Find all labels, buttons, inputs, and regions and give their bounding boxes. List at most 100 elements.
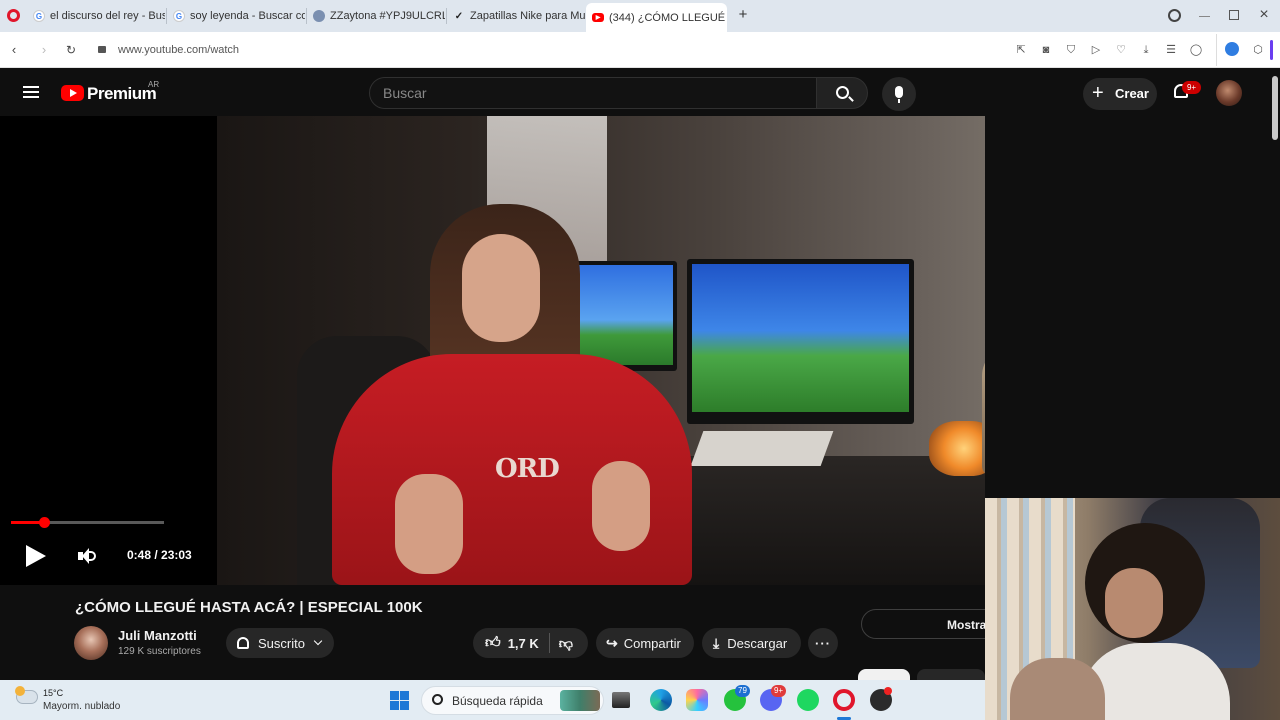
obs-recording-dot (884, 687, 892, 695)
extensions-cube-icon[interactable]: ⬡ (1251, 43, 1265, 57)
youtube-header: Premium AR Buscar + Crear 9+ (0, 70, 1270, 116)
whatsapp-badge: 79 (735, 685, 750, 697)
tab-label: el discurso del rey - Busca (50, 10, 165, 22)
more-horizontal-icon: ··· (815, 635, 831, 651)
voice-search-button[interactable] (882, 77, 916, 111)
forward-icon[interactable]: › (36, 42, 52, 58)
minimize-icon[interactable] (1199, 16, 1210, 17)
camera-icon[interactable]: ◙ (1039, 43, 1053, 57)
video-info: ¿CÓMO LLEGUÉ HASTA ACÁ? | ESPECIAL 100K … (0, 585, 1011, 685)
search-input[interactable]: Buscar (369, 77, 817, 109)
tab-label: ZZaytona #YPJ9ULCRL Cla (330, 10, 445, 22)
url-field[interactable]: www.youtube.com/watch (118, 43, 418, 57)
notifications-badge: 9+ (1182, 81, 1201, 94)
more-actions-button[interactable]: ··· (808, 628, 838, 658)
new-tab-plus-icon[interactable]: + (736, 7, 750, 22)
sidebar-divider (1216, 34, 1217, 66)
spotify-icon[interactable] (797, 689, 819, 711)
discord-badge: 9+ (771, 685, 786, 697)
youtube-premium-label[interactable]: Premium (87, 84, 157, 104)
chevron-down-icon (313, 636, 323, 646)
right-monitor (687, 259, 914, 424)
microphone-icon (895, 86, 903, 98)
share-label: Compartir (623, 635, 681, 651)
play-icon[interactable]: ▷ (1089, 43, 1103, 57)
show-more-label: Mostra (947, 618, 987, 632)
restore-icon[interactable] (1229, 10, 1239, 20)
weather-cloud-icon[interactable] (15, 686, 38, 704)
menu-icon[interactable] (23, 86, 39, 98)
create-button[interactable]: + Crear (1083, 78, 1157, 110)
weather-description[interactable]: Mayorm. nublado (43, 701, 120, 712)
easy-setup-icon[interactable]: ☰ (1164, 43, 1178, 57)
shield-icon[interactable]: ⛉ (1064, 43, 1078, 57)
search-highlight-image (560, 690, 600, 711)
close-window-icon[interactable]: × (1256, 6, 1272, 24)
back-icon[interactable]: ‹ (6, 42, 22, 58)
bell-icon (237, 637, 249, 649)
play-button[interactable] (26, 545, 46, 567)
tab-label: (344) ¿CÓMO LLEGUÉ HA (609, 11, 727, 24)
sweater-print: ORD (495, 454, 560, 484)
dislike-icon[interactable]: 👎︎ (559, 635, 573, 652)
google-icon: G (173, 10, 185, 22)
download-label: Descargar (727, 635, 788, 651)
lock-icon (98, 46, 106, 53)
nike-icon: ✓ (454, 10, 464, 22)
channel-name[interactable]: Juli Manzotti (118, 628, 197, 643)
share-button[interactable]: ↪ Compartir (596, 628, 694, 658)
download-icon[interactable]: ⤓ (1139, 43, 1153, 57)
file-explorer-icon[interactable] (612, 692, 630, 708)
tab-el-discurso[interactable]: G el discurso del rey - Busca (27, 4, 165, 28)
video-title: ¿CÓMO LLEGUÉ HASTA ACÁ? | ESPECIAL 100K (75, 599, 423, 616)
tab-zapatillas-nike[interactable]: ✓ Zapatillas Nike para Mujer (447, 4, 585, 28)
knees (1010, 658, 1105, 720)
clan-icon (313, 10, 325, 22)
progress-bar-scrubber[interactable] (39, 517, 50, 528)
copilot-icon[interactable] (686, 689, 708, 711)
like-icon[interactable]: 👍︎ (485, 634, 501, 652)
opera-taskbar-icon[interactable] (833, 689, 855, 711)
page-scrollbar[interactable] (1270, 70, 1280, 498)
like-count[interactable]: 1,7 K (508, 636, 539, 651)
channel-avatar[interactable] (74, 626, 108, 660)
edge-icon[interactable] (650, 689, 672, 711)
windows-start-icon[interactable] (390, 691, 409, 710)
opera-logo-icon[interactable] (7, 9, 20, 22)
search-button[interactable] (816, 77, 868, 109)
profile-icon[interactable]: ◯ (1189, 43, 1203, 57)
share-icon: ↪ (606, 634, 618, 651)
streamer-face (1105, 568, 1163, 638)
weather-temperature[interactable]: 15°C (43, 688, 63, 698)
download-button[interactable]: ⤓ Descargar (702, 628, 801, 658)
tab-zzaytona[interactable]: ZZaytona #YPJ9ULCRL Cla (307, 4, 445, 28)
browser-tab-bar: G el discurso del rey - Busca G soy leye… (0, 0, 1280, 32)
reload-icon[interactable]: ↻ (63, 42, 79, 58)
tab-soy-leyenda[interactable]: G soy leyenda - Buscar con G (167, 4, 305, 28)
youtube-icon: ▶ (592, 13, 604, 22)
share-page-icon[interactable]: ⇱ (1014, 43, 1028, 57)
windows-taskbar: 15°C Mayorm. nublado Búsqueda rápida 79 … (0, 680, 985, 720)
video-frame[interactable]: ORD (217, 116, 985, 585)
extension-blue-icon[interactable] (1225, 42, 1239, 56)
volume-icon[interactable] (78, 547, 96, 565)
time-display: 0:48 / 23:03 (127, 548, 192, 562)
hand-right (592, 461, 650, 551)
search-tabs-icon[interactable] (1168, 9, 1181, 22)
heart-icon[interactable]: ♡ (1114, 43, 1128, 57)
keyboard (690, 431, 834, 466)
avatar[interactable] (1216, 80, 1242, 106)
search-icon (432, 694, 443, 705)
tab-youtube-active[interactable]: ▶ (344) ¿CÓMO LLEGUÉ HA (586, 3, 727, 32)
taskbar-search-box[interactable]: Búsqueda rápida (421, 686, 604, 715)
salt-lamp (929, 421, 985, 476)
region-label: AR (148, 80, 160, 89)
video-player[interactable]: ORD 0:48 / 23:03 (0, 116, 985, 585)
subscribed-button[interactable]: Suscrito (226, 628, 334, 658)
like-divider (548, 633, 550, 653)
hand-left (395, 474, 463, 574)
youtube-logo-icon[interactable] (61, 85, 84, 101)
create-label: Crear (1115, 86, 1149, 101)
progress-bar[interactable] (11, 517, 164, 528)
subscribed-label: Suscrito (258, 635, 305, 651)
